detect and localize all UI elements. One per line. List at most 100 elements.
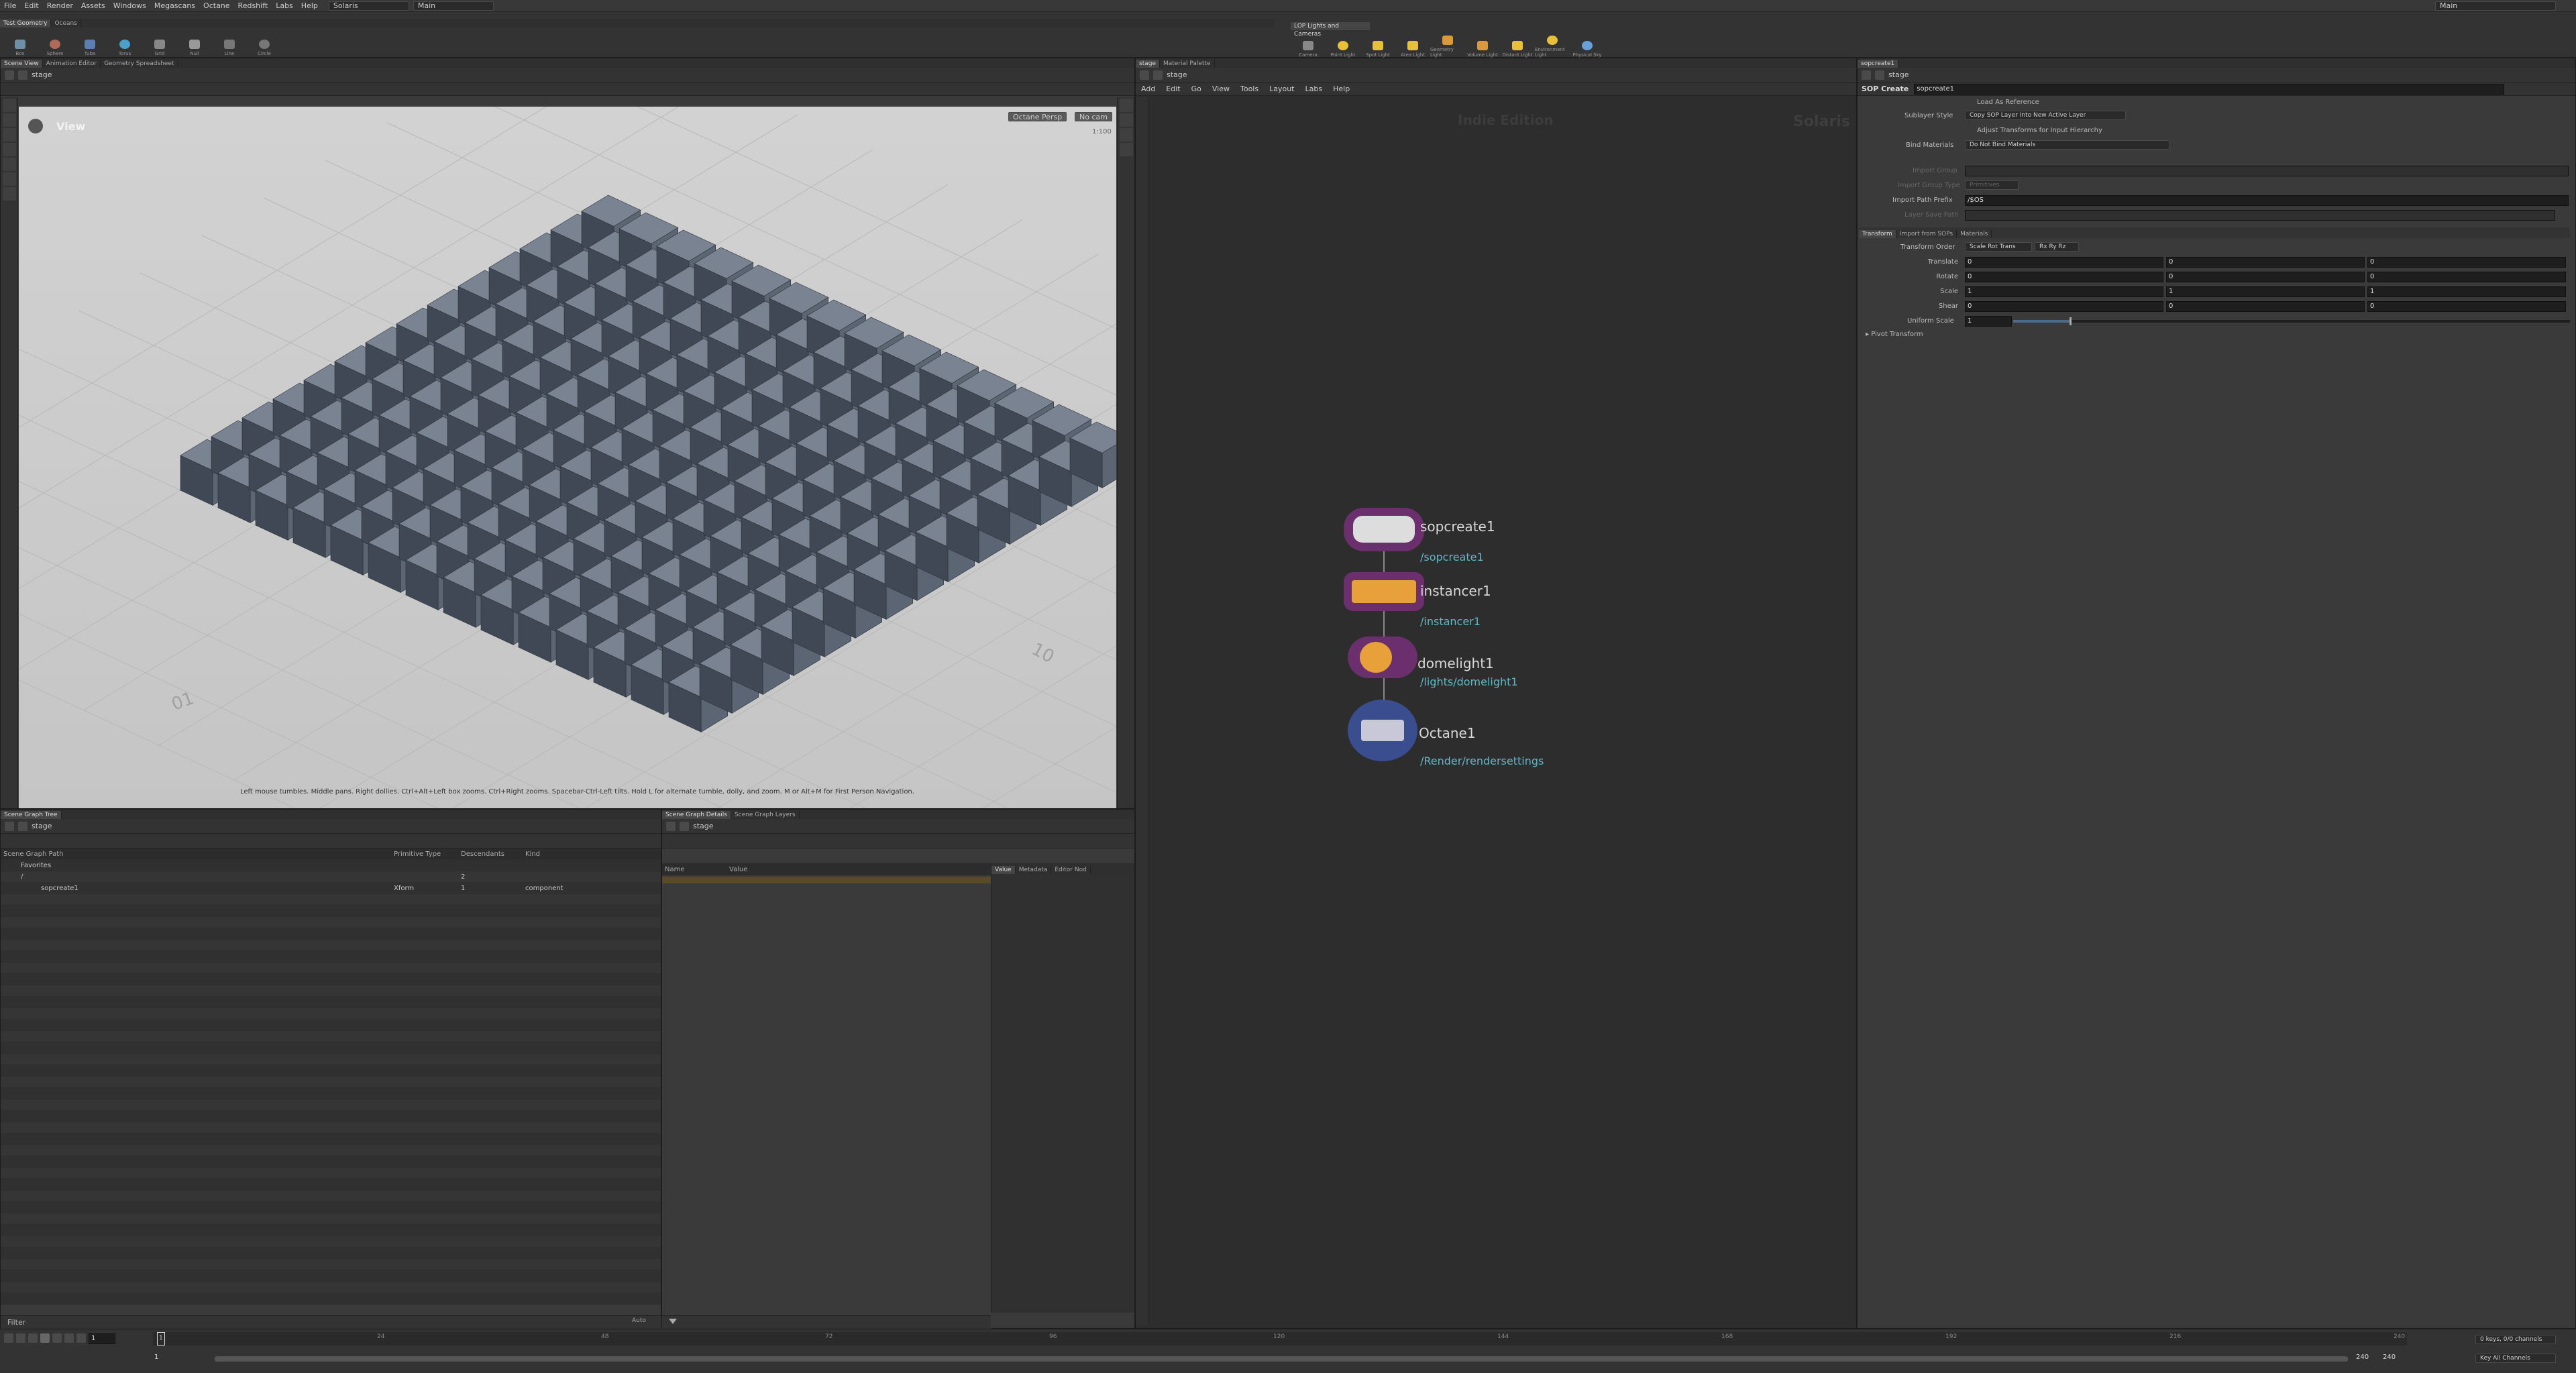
last-frame-icon[interactable] (76, 1333, 86, 1343)
stop-icon[interactable] (40, 1333, 50, 1343)
col-type[interactable]: Primitive Type (394, 850, 461, 858)
first-frame-icon[interactable] (4, 1333, 13, 1343)
sgt-path[interactable]: stage (32, 822, 52, 830)
camera-menu[interactable]: Octane Persp (1008, 112, 1067, 121)
tab-scene-graph-tree[interactable]: Scene Graph Tree (1, 811, 62, 819)
menu-labs[interactable]: Labs (272, 1, 297, 10)
tool-line[interactable]: Line (212, 30, 247, 56)
tool-geometry-light[interactable]: Geometry Light (1430, 31, 1465, 58)
xform-field-scale-x[interactable]: 1 (1965, 286, 2163, 297)
move-tool-icon[interactable] (2, 113, 16, 127)
step-back-icon[interactable] (16, 1333, 25, 1343)
layer-save-path-field[interactable] (1965, 210, 2555, 221)
xform-field-translate-y[interactable]: 0 (2166, 257, 2365, 268)
menu-edit[interactable]: Edit (20, 1, 42, 10)
load-as-reference-checkbox[interactable]: Load As Reference (1977, 99, 2039, 106)
xform-field-translate-x[interactable]: 0 (1965, 257, 2163, 268)
col-value[interactable]: Value (729, 866, 747, 873)
tool-area-light[interactable]: Area Light (1395, 31, 1430, 58)
forward-icon[interactable] (680, 821, 689, 831)
forward-icon[interactable] (18, 70, 28, 80)
table-row[interactable]: /2 (1, 871, 661, 883)
tab-editor-node[interactable]: Editor Nod (1051, 866, 1091, 874)
auto-update-label[interactable]: Auto (632, 1317, 646, 1324)
menu-redshift[interactable]: Redshift (234, 1, 272, 10)
shelf-tab-test-geometry[interactable]: Test Geometry (0, 19, 52, 28)
table-row[interactable]: Favorites (1, 860, 661, 871)
tool-tube[interactable]: Tube (72, 30, 107, 56)
sublayer-style-dropdown[interactable]: Copy SOP Layer Into New Active Layer (1965, 111, 2126, 120)
details-filter[interactable] (662, 1315, 991, 1329)
tool-volume-light[interactable]: Volume Light (1465, 31, 1500, 58)
menu-help[interactable]: Help (297, 1, 322, 10)
key-all-channels-button[interactable]: Key All Channels (2475, 1354, 2556, 1363)
lights-toggle-icon[interactable] (1119, 99, 1133, 112)
back-icon[interactable] (5, 70, 14, 80)
tab-value[interactable]: Value (991, 866, 1016, 874)
node-domelight1[interactable] (1348, 637, 1417, 678)
tab-metadata[interactable]: Metadata (1016, 866, 1052, 874)
play-reverse-icon[interactable] (28, 1333, 38, 1343)
viewer-path[interactable]: stage (32, 70, 52, 79)
step-forward-icon[interactable] (64, 1333, 74, 1343)
node-instancer1-label[interactable]: instancer1 (1420, 583, 1491, 599)
menu-render[interactable]: Render (43, 1, 77, 10)
menu-octane[interactable]: Octane (199, 1, 234, 10)
range-end[interactable]: 240 (2356, 1354, 2369, 1361)
viewport[interactable]: View Octane Persp No cam 1:100 10 01 Lef… (19, 107, 1116, 808)
viewport-camera-icon[interactable] (28, 119, 43, 133)
tool-torus[interactable]: Torus (107, 30, 142, 56)
tab-scene-graph-details[interactable]: Scene Graph Details (662, 811, 731, 819)
back-icon[interactable] (5, 821, 14, 831)
visibility-icon[interactable] (1119, 143, 1133, 156)
play-icon[interactable] (52, 1333, 62, 1343)
tool-sphere[interactable]: Sphere (38, 30, 72, 56)
import-group-field[interactable] (1965, 166, 2569, 176)
select-tool-icon[interactable] (2, 99, 16, 112)
current-frame-field[interactable]: 1 (89, 1333, 115, 1344)
node-instancer1[interactable] (1344, 572, 1424, 611)
node-octane1-label[interactable]: Octane1 (1419, 725, 1476, 741)
shelf-tab-oceans[interactable]: Oceans (51, 19, 81, 28)
col-path[interactable]: Scene Graph Path (1, 850, 394, 858)
node-name-field[interactable]: sopcreate1 (1914, 83, 2505, 95)
uniform-scale-slider-handle[interactable] (2070, 317, 2072, 325)
uniform-scale-field[interactable]: 1 (1965, 316, 2012, 327)
forward-icon[interactable] (1875, 70, 1884, 80)
back-icon[interactable] (666, 821, 676, 831)
col-name[interactable]: Name (662, 866, 729, 873)
xform-field-shear-z[interactable]: 0 (2367, 301, 2566, 312)
node-octane1[interactable] (1348, 700, 1417, 761)
table-row[interactable]: sopcreate1 Xform 1 component (1, 883, 661, 894)
tab-scene-view[interactable]: Scene View (1, 60, 43, 68)
col-desc[interactable]: Descendants (461, 850, 525, 858)
context-dropdown[interactable]: Main (413, 1, 494, 11)
transform-order-dropdown[interactable]: Scale Rot Trans (1965, 242, 2032, 252)
tab-transform[interactable]: Transform (1859, 230, 1896, 238)
tab-sopcreate1[interactable]: sopcreate1 (1858, 60, 1899, 68)
tool-point-light[interactable]: Point Light (1326, 31, 1360, 58)
playhead[interactable]: 1 (157, 1332, 165, 1345)
rotation-order-dropdown[interactable]: Rx Ry Rz (2035, 242, 2079, 252)
keys-channels-button[interactable]: 0 keys, 0/0 channels (2475, 1335, 2556, 1344)
menu-file[interactable]: File (0, 1, 20, 10)
tab-scene-graph-layers[interactable]: Scene Graph Layers (731, 811, 800, 819)
desktop-dropdown[interactable]: Solaris (328, 1, 409, 11)
shelf-tab-lop-lights[interactable]: LOP Lights and Cameras (1291, 22, 1371, 38)
pose-tool-icon[interactable] (2, 158, 16, 171)
frame-end[interactable]: 240 (2383, 1354, 2396, 1361)
pivot-transform-folder[interactable]: ▸ Pivot Transform (1866, 331, 1923, 338)
xform-field-scale-z[interactable]: 1 (2367, 286, 2566, 297)
right-context-dropdown[interactable]: Main (2435, 1, 2556, 11)
range-slider[interactable] (215, 1356, 2348, 1362)
params-path[interactable]: stage (1888, 70, 1909, 79)
xform-field-shear-y[interactable]: 0 (2166, 301, 2365, 312)
tool-camera[interactable]: Camera (1291, 31, 1326, 58)
bind-materials-dropdown[interactable]: Do Not Bind Materials (1965, 140, 2169, 150)
details-path[interactable]: stage (693, 822, 714, 830)
xform-field-shear-x[interactable]: 0 (1965, 301, 2163, 312)
tool-distant-light[interactable]: Distant Light (1500, 31, 1535, 58)
menu-assets[interactable]: Assets (77, 1, 109, 10)
tab-import-from-sops[interactable]: Import from SOPs (1896, 230, 1957, 238)
back-icon[interactable] (1862, 70, 1871, 80)
